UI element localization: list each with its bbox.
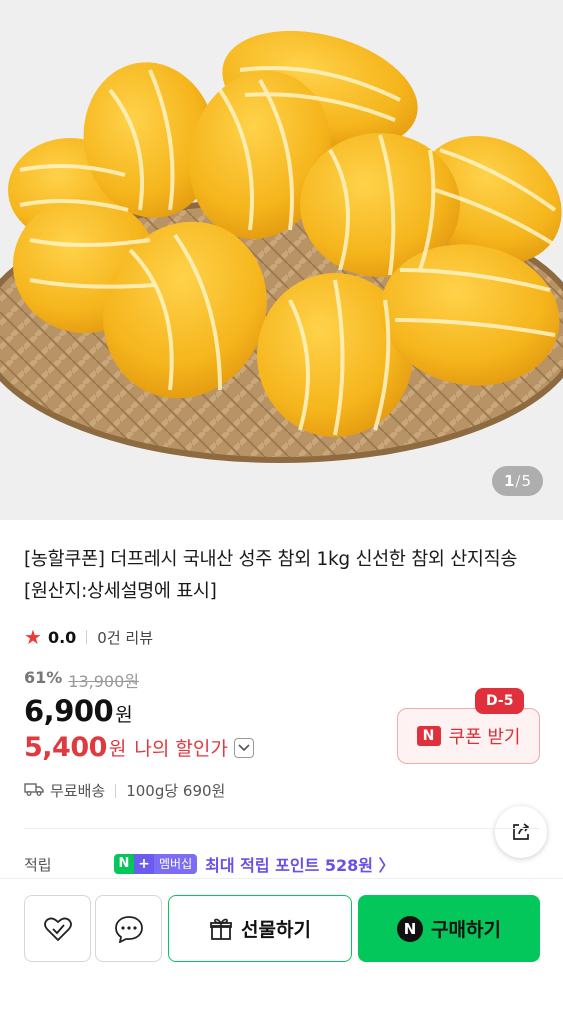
naver-pay-icon: N (397, 915, 424, 942)
review-count-link[interactable]: 0건 리뷰 (97, 627, 153, 648)
rating-row[interactable]: ★ 0.0 0건 리뷰 (24, 626, 153, 648)
heart-check-icon (43, 917, 72, 941)
melon-basket-photo (0, 0, 563, 520)
sale-price-row: 6,900 원 (24, 694, 133, 728)
discount-rate: 61% (24, 668, 63, 687)
membership-label: 멤버십 (154, 854, 198, 874)
section-divider (24, 828, 539, 829)
counter-separator: / (515, 472, 521, 490)
divider-bar (86, 630, 88, 644)
plus-icon: + (134, 854, 154, 874)
star-icon: ★ (24, 625, 42, 649)
share-icon (513, 823, 530, 840)
my-discount-price: 5,400 (24, 732, 107, 763)
my-discount-price-row[interactable]: 5,400 원 나의 할인가 (24, 732, 254, 763)
points-label: 적립 (24, 855, 52, 874)
naver-n-icon: N (416, 726, 441, 746)
current-image-index: 1 (503, 472, 515, 490)
chevron-down-icon[interactable] (233, 737, 254, 758)
talk-button[interactable] (95, 895, 162, 962)
buy-label: 구매하기 (431, 919, 501, 941)
points-row[interactable]: 적립 N + 멤버십 최대 적립 포인트 528원 〉 (24, 852, 539, 876)
max-points-link[interactable]: 최대 적립 포인트 528원 〉 (205, 852, 394, 876)
product-title: [농할쿠폰] 더프레시 국내산 성주 참외 1kg 신선한 참외 산지직송 [원… (24, 549, 518, 602)
coupon-label: 쿠폰 받기 (448, 727, 521, 748)
my-discount-currency: 원 (108, 738, 127, 760)
share-button[interactable] (495, 806, 547, 858)
sale-price-currency: 원 (115, 704, 133, 726)
truck-icon (24, 782, 44, 800)
get-coupon-button[interactable]: N 쿠폰 받기 (397, 708, 540, 764)
gift-icon (210, 918, 232, 940)
free-shipping-label: 무료배송 (50, 782, 106, 800)
naver-plus-membership-badge: N + 멤버십 (114, 854, 198, 874)
divider-bar (115, 783, 117, 798)
total-image-count: 5 (521, 472, 531, 490)
naver-n-icon: N (114, 854, 134, 874)
sale-price: 6,900 (24, 694, 114, 728)
image-page-counter: 1/5 (491, 466, 543, 496)
buy-button[interactable]: N 구매하기 (358, 895, 540, 962)
my-discount-label: 나의 할인가 (134, 738, 228, 760)
wishlist-button[interactable] (24, 895, 91, 962)
unit-price: 100g당 690원 (126, 782, 226, 800)
delivery-info-row: 무료배송 100g당 690원 (24, 780, 225, 801)
rating-score: 0.0 (47, 627, 77, 647)
chat-bubble-icon (114, 915, 143, 943)
product-image[interactable]: 1/5 (0, 0, 563, 520)
dday-badge: D-5 (475, 688, 525, 714)
original-price: 13,900원 (68, 672, 140, 691)
gift-button[interactable]: 선물하기 (168, 895, 352, 962)
gift-label: 선물하기 (241, 919, 311, 941)
discount-row: 61% 13,900원 (24, 668, 139, 692)
